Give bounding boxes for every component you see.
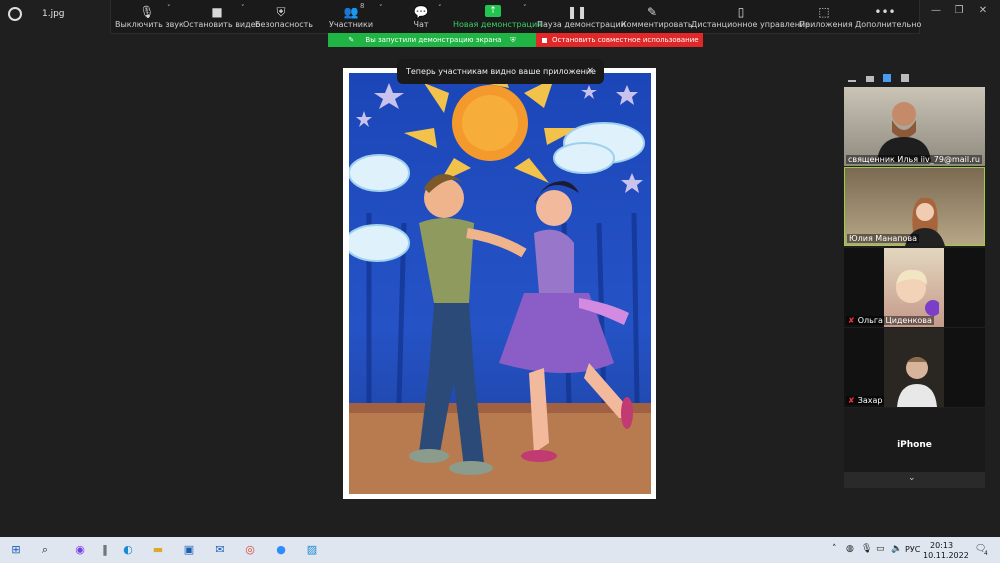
battery-icon[interactable]: ▭ — [876, 544, 885, 554]
participant-tile[interactable]: ✘ Захар — [844, 328, 985, 407]
participant-tile[interactable]: ✘ Ольга Циденкова — [844, 248, 985, 327]
meeting-toolbar: 🎙 Выключить звук ˅ ■ Остановить видео ˅ … — [110, 0, 921, 34]
chat-bubble-icon: 💬 — [413, 5, 429, 19]
apps-icon: ⬚ — [818, 5, 830, 19]
tray-microphone-icon[interactable]: 🎙 — [861, 544, 872, 554]
clock-time[interactable]: 20:13 — [930, 541, 953, 550]
clock-date[interactable]: 10.11.2022 — [923, 551, 969, 560]
chat-button[interactable]: 💬 Чат — [405, 0, 437, 34]
gallery-view-icon[interactable] — [901, 74, 909, 82]
participant-name-iphone: iPhone — [897, 440, 932, 450]
participant-tile[interactable]: священник Илья iiv_79@mail.ru — [844, 87, 985, 166]
pin-icon: ✎ — [348, 36, 355, 44]
shield-icon: ⛨ — [276, 5, 286, 19]
window-title: 1.jpg — [42, 9, 65, 19]
participant-face — [897, 357, 937, 407]
photos-icon[interactable]: ▨ — [305, 543, 319, 557]
notifications-count: 4 — [984, 550, 988, 557]
minimize-icon[interactable]: — — [925, 4, 947, 18]
minimize-panel-icon[interactable] — [848, 80, 856, 82]
task-view-icon[interactable]: ‖ — [98, 543, 112, 557]
share-tooltip: Теперь участникам видно ваше приложение … — [397, 59, 604, 84]
mail-icon[interactable]: ✉ — [213, 543, 227, 557]
pencil-icon: ✎ — [646, 5, 658, 19]
maximize-icon[interactable]: ❐ — [948, 4, 970, 18]
pause-share-button[interactable]: ❚❚ Пауза демонстрации — [537, 0, 626, 34]
edge-browser-icon[interactable]: ◐ — [121, 543, 135, 557]
alice-assistant-icon[interactable]: ◉ — [73, 543, 87, 557]
shared-painting — [349, 73, 651, 494]
zoom-icon[interactable]: ● — [274, 543, 288, 557]
close-icon[interactable]: × — [586, 59, 594, 84]
muted-microphone-icon: ✘ — [848, 316, 855, 325]
participants-count: 8 — [360, 2, 365, 10]
more-button[interactable]: ••• Дополнительно — [855, 0, 921, 34]
chevron-down-icon[interactable]: ˅ — [167, 4, 171, 12]
chrome-icon[interactable]: ◎ — [243, 543, 257, 557]
people-icon: 👥 — [343, 5, 359, 19]
participant-face — [896, 269, 939, 316]
search-icon[interactable]: ⌕ — [38, 543, 52, 557]
annotate-button[interactable]: ✎ Комментировать — [621, 0, 693, 34]
stop-share-button[interactable]: Остановить совместное использование — [536, 33, 703, 47]
sharing-banner: ✎ Вы запустили демонстрацию экрана ⛨ — [328, 33, 536, 47]
new-share-button[interactable]: ↑ Новая демонстрация — [453, 0, 542, 34]
remote-control-button[interactable]: ▯ Дистанционное управление — [691, 0, 810, 34]
speaker-view-icon[interactable] — [866, 76, 874, 82]
chevron-down-icon[interactable]: ˅ — [241, 4, 245, 12]
participants-button[interactable]: 👥 Участники — [329, 0, 373, 34]
chevron-down-icon[interactable]: ⌄ — [908, 473, 916, 483]
windows-start-icon[interactable]: ⊞ — [9, 543, 23, 557]
language-indicator[interactable]: РУС — [905, 545, 920, 554]
store-icon[interactable]: ▣ — [182, 543, 196, 557]
pause-icon: ❚❚ — [566, 5, 588, 19]
zoom-app-icon[interactable] — [8, 7, 22, 21]
chevron-down-icon[interactable]: ˅ — [523, 4, 527, 12]
tray-app-icon[interactable]: ◍ — [846, 544, 854, 554]
participant-video — [877, 102, 931, 162]
chevron-down-icon[interactable]: ˅ — [438, 4, 442, 12]
strip-view-icon[interactable] — [883, 74, 891, 82]
more-dots-icon: ••• — [874, 5, 896, 19]
participant-tile-active[interactable]: Юлия Манапова — [844, 167, 985, 246]
security-button[interactable]: ⛨ Безопасность — [255, 0, 313, 34]
close-icon[interactable]: ✕ — [972, 4, 994, 18]
shield-icon: ⛨ — [510, 36, 516, 44]
share-arrow-icon: ↑ — [485, 5, 501, 17]
tray-chevron-up-icon[interactable]: ˄ — [832, 544, 837, 554]
volume-icon[interactable]: 🔈 — [891, 544, 902, 554]
file-explorer-icon[interactable]: ▬ — [151, 543, 165, 557]
stop-icon — [542, 37, 547, 43]
chevron-down-icon[interactable]: ˅ — [379, 4, 383, 12]
apps-button[interactable]: ⬚ Приложения — [799, 0, 853, 34]
muted-microphone-icon: ✘ — [848, 396, 855, 405]
mouse-icon: ▯ — [737, 5, 745, 19]
view-options — [846, 74, 916, 84]
